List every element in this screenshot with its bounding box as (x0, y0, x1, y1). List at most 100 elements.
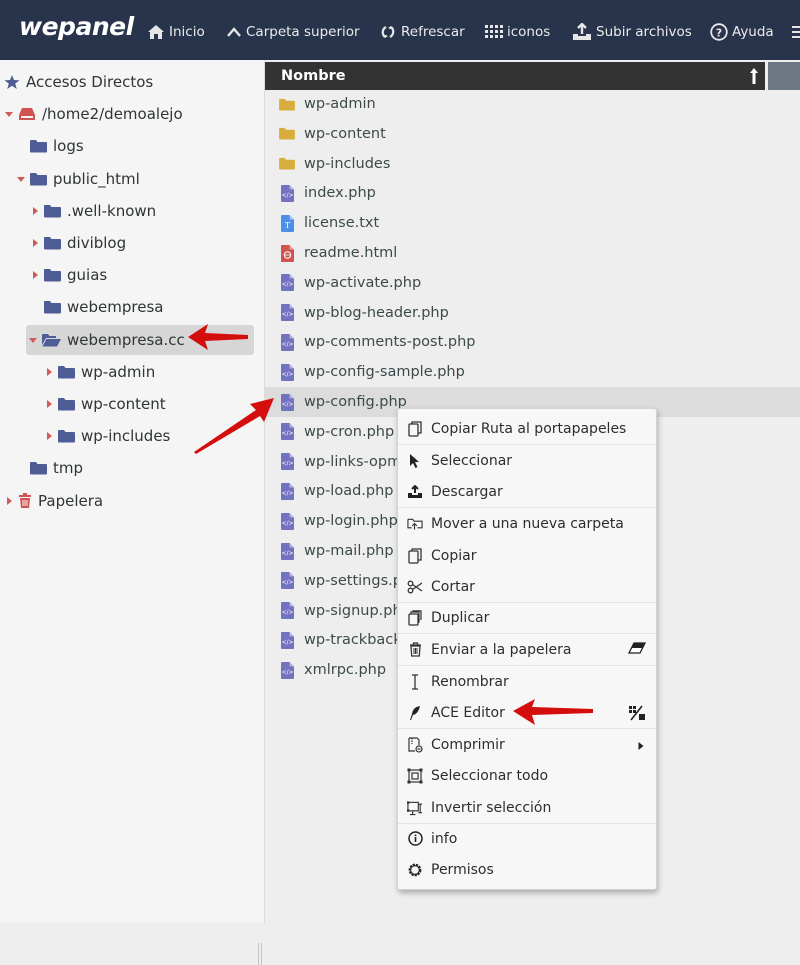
tree-item[interactable]: Accesos Directos (4, 70, 153, 94)
menu-item-comprimir[interactable]: Comprimir (398, 729, 656, 760)
file-row[interactable]: </> wp-comments-post.php (265, 327, 800, 357)
home-icon (147, 24, 165, 40)
more-button[interactable] (792, 21, 800, 43)
file-row[interactable]: </> wp-activate.php (265, 268, 800, 298)
php-file-icon: </> (279, 274, 295, 292)
tree-item[interactable]: wp-includes (44, 424, 170, 448)
tree-item[interactable]: .well-known (30, 199, 156, 223)
folder-icon (44, 300, 61, 314)
folder-icon (58, 429, 75, 443)
tree-item[interactable]: guias (30, 263, 107, 287)
caret-right-icon[interactable] (44, 399, 54, 409)
info-icon (407, 831, 423, 847)
home-button[interactable]: Inicio (147, 21, 205, 43)
menu-item-enviar-a-la-papelera[interactable]: Enviar a la papelera (398, 634, 656, 665)
menu-item-info[interactable]: info (398, 823, 656, 854)
file-row[interactable]: </> wp-blog-header.php (265, 298, 800, 328)
file-row[interactable]: wp-admin (265, 89, 800, 119)
tree-item[interactable]: public_html (16, 167, 140, 191)
menu-item-descargar[interactable]: Descargar (398, 476, 656, 507)
compress-icon (407, 736, 423, 753)
menu-item-seleccionar-todo[interactable]: Seleccionar todo (398, 760, 656, 791)
menu-item-mover-a-una-nueva-carpeta[interactable]: Mover a una nueva carpeta (398, 508, 656, 539)
copy-icon (407, 547, 423, 564)
file-row[interactable]: readme.html (265, 238, 800, 268)
file-name: wp-mail.php (304, 543, 394, 559)
php-file-icon: </> (279, 512, 295, 530)
file-row[interactable]: </> wp-config-sample.php (265, 357, 800, 387)
menu-item-label: Cortar (431, 578, 475, 595)
column-header-name[interactable]: Nombre (265, 62, 765, 90)
tree-item[interactable]: logs (30, 134, 84, 158)
text-cursor-icon (407, 673, 423, 690)
file-name: wp-signup.php (304, 602, 411, 619)
duplicate-icon (407, 609, 423, 626)
menu-item-label: Permisos (431, 861, 494, 878)
trash-icon (407, 642, 423, 658)
folder-icon (30, 139, 47, 153)
parent-folder-button[interactable]: Carpeta superior (226, 21, 360, 43)
sort-ascending-icon[interactable] (749, 67, 759, 89)
icons-view-button[interactable]: iconos (485, 21, 550, 43)
menu-item-cortar[interactable]: Cortar (398, 571, 656, 602)
tree-item[interactable]: webempresa.cc (26, 324, 254, 355)
tree-item[interactable]: diviblog (30, 231, 126, 255)
column-header-extra (768, 62, 800, 90)
caret-right-icon[interactable] (4, 496, 14, 506)
sidebar-resize-handle[interactable] (258, 943, 262, 965)
menu-item-invertir-seleccion[interactable]: Invertir selección (398, 792, 656, 823)
caret-down-icon[interactable] (4, 110, 14, 118)
tree-item[interactable]: tmp (30, 456, 83, 480)
svg-text:</>: </> (281, 371, 293, 378)
home-label: Inicio (169, 24, 205, 40)
tree-item-label: webempresa (67, 298, 164, 317)
caret-right-icon[interactable] (30, 270, 40, 280)
menu-item-permisos[interactable]: Permisos (398, 854, 656, 885)
app-logo[interactable]: wepanel (19, 12, 134, 41)
caret-down-icon[interactable] (28, 336, 38, 344)
help-button[interactable]: ? Ayuda (710, 21, 774, 43)
caret-right-icon[interactable] (44, 367, 54, 377)
upload-files-button[interactable]: Subir archivos (572, 21, 692, 43)
file-row[interactable]: wp-includes (265, 149, 800, 179)
tree-item-label: webempresa.cc (67, 330, 185, 349)
file-name: wp-blog-header.php (304, 304, 449, 321)
eraser-icon (627, 642, 647, 658)
tree-item-label: public_html (53, 169, 140, 188)
file-row[interactable]: wp-content (265, 119, 800, 149)
caret-right-icon[interactable] (44, 431, 54, 441)
caret-down-icon[interactable] (16, 175, 26, 183)
tree-item-label: wp-includes (81, 427, 171, 446)
php-file-icon: </> (279, 184, 295, 202)
menu-item-ace-editor[interactable]: ACE Editor (398, 697, 656, 728)
menu-item-copiar[interactable]: Copiar (398, 540, 656, 571)
svg-text:</>: </> (281, 430, 293, 437)
file-row[interactable]: Tlicense.txt (265, 208, 800, 238)
file-name: xmlrpc.php (304, 662, 387, 679)
refresh-button[interactable]: Refrescar (379, 21, 465, 43)
menu-item-label: Comprimir (431, 736, 505, 753)
tree-item[interactable]: webempresa (44, 295, 163, 319)
menu-item-label: Mover a una nueva carpeta (431, 515, 624, 532)
scissors-icon (407, 579, 423, 595)
php-file-icon: </> (279, 363, 295, 381)
menu-item-label: Renombrar (431, 673, 509, 690)
menu-item-seleccionar[interactable]: Seleccionar (398, 445, 656, 476)
menu-item-duplicar[interactable]: Duplicar (398, 602, 656, 633)
tree-item[interactable]: /home2/demoalejo (4, 102, 183, 126)
php-file-icon: </> (279, 482, 295, 500)
tree-item[interactable]: wp-admin (44, 360, 155, 384)
menu-item-copiar-ruta-al-portapapeles[interactable]: Copiar Ruta al portapapeles (398, 413, 656, 444)
tree-item[interactable]: wp-content (44, 392, 166, 416)
folder-open-icon (42, 333, 61, 347)
caret-right-icon[interactable] (30, 238, 40, 248)
menu-item-label: Seleccionar (431, 452, 513, 469)
menu-item-renombrar[interactable]: Renombrar (398, 666, 656, 697)
file-row[interactable]: </> index.php (265, 178, 800, 208)
caret-right-icon[interactable] (30, 206, 40, 216)
tree-item[interactable]: Papelera (4, 489, 103, 513)
tree-item-label: Papelera (38, 491, 104, 510)
svg-text:</>: </> (281, 639, 293, 646)
svg-text:?: ? (716, 26, 722, 39)
edit-grid-icon (628, 705, 646, 725)
